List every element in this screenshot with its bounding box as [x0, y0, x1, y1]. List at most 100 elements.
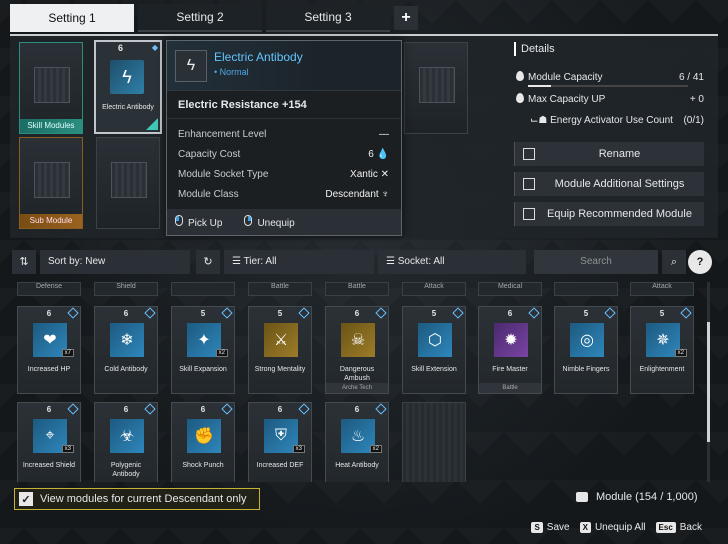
module-card[interactable]: 6 ⌖ Increased Shield x3	[17, 402, 81, 482]
module-card[interactable]: 6 ☠ Dangerous Ambush Arche Tech	[325, 306, 389, 394]
unequip-all-button[interactable]: X Unequip All	[579, 522, 646, 533]
module-name: Enlightenment	[639, 366, 685, 373]
row-label: Enhancement Level	[178, 129, 267, 140]
module-additional-settings-button[interactable]: Module Additional Settings	[514, 172, 704, 196]
grid-scrollbar[interactable]	[707, 282, 710, 482]
save-button[interactable]: S Save	[531, 522, 570, 533]
module-name: Increased DEF	[256, 462, 304, 469]
module-card[interactable]: 5 ⬡ Skill Extension	[402, 306, 466, 394]
module-count-badge: x2	[215, 349, 228, 357]
tier-dropdown[interactable]: ☰ Tier: All	[224, 250, 374, 274]
back-button[interactable]: Esc Back	[655, 522, 702, 533]
sort-dropdown[interactable]: Sort by: New	[40, 250, 190, 274]
details-panel: Details Module Capacity 6 / 41 Max Capac…	[514, 42, 704, 226]
module-card[interactable]: 6 ☣ Polygenic Antibody	[94, 402, 158, 482]
category-header: Defense	[17, 282, 81, 296]
module-icon: ☣	[110, 419, 144, 453]
module-name: Fire Master	[492, 366, 528, 373]
module-name: Skill Expansion	[179, 366, 227, 373]
descendant-class-icon: ♆	[381, 189, 390, 200]
help-icon[interactable]: ?	[688, 250, 712, 274]
module-card[interactable]: 5 ⚔ Strong Mentality	[248, 306, 312, 394]
energy-activator-icon: ⌙☗	[530, 114, 551, 126]
tooltip-row: Module Socket Type Xantic ✕	[167, 165, 401, 185]
tab-setting-2[interactable]: Setting 2	[138, 4, 262, 32]
module-card[interactable]: 6 ♨ Heat Antibody x2	[325, 402, 389, 482]
add-setting-icon[interactable]: +	[394, 6, 418, 30]
row-value: Descendant ♆	[325, 189, 390, 200]
equip-recommended-button[interactable]: Equip Recommended Module	[514, 202, 704, 226]
socket-icon: ◆	[151, 43, 158, 52]
checkbox-checked-icon[interactable]: ✓	[19, 492, 33, 506]
module-card[interactable]: 6 ⛨ Increased DEF x3	[248, 402, 312, 482]
capacity-drop-icon: 💧	[376, 149, 389, 160]
category-header: Attack	[630, 282, 694, 296]
empty-module-card	[402, 402, 466, 482]
tooltip-header: ϟ Electric Antibody • Normal	[167, 41, 401, 91]
module-name: Skill Extension	[411, 366, 457, 373]
sort-order-icon[interactable]: ⇅	[12, 250, 36, 274]
module-name: Dangerous Ambush	[339, 366, 375, 382]
row-label: Module Socket Type	[178, 169, 269, 180]
sub-module-label: Sub Module	[20, 214, 82, 228]
equipped-module-slot[interactable]: 6 ◆ ϟ Electric Antibody	[94, 40, 162, 134]
module-storage-icon	[576, 492, 588, 502]
module-tag: Battle	[479, 383, 541, 393]
module-count-badge: x3	[292, 445, 305, 453]
category-header: Medical	[478, 282, 542, 296]
sub-module-slot[interactable]: Sub Module	[19, 137, 83, 229]
tab-setting-3[interactable]: Setting 3	[266, 4, 390, 32]
module-card[interactable]: 5 ◎ Nimble Fingers	[554, 306, 618, 394]
selected-marker-icon	[146, 118, 158, 130]
category-header: Battle	[325, 282, 389, 296]
module-icon: ✹	[494, 323, 528, 357]
module-cost: 6	[118, 43, 124, 53]
energy-activator-row: ⌙☗ Energy Activator Use Count (0/1)	[530, 114, 704, 126]
scrollbar-thumb[interactable]	[707, 322, 710, 442]
search-icon[interactable]: ⌕	[662, 250, 686, 274]
module-card[interactable]: 6 ❄ Cold Antibody	[94, 306, 158, 394]
module-icon: ◎	[570, 323, 604, 357]
socket-dropdown[interactable]: ☰ Socket: All	[378, 250, 526, 274]
module-grid: Defense Shield Battle Battle Attack Medical At…	[14, 282, 704, 482]
tooltip-module-name: Electric Antibody	[214, 50, 303, 64]
module-icon: ❄	[110, 323, 144, 357]
chip-icon	[34, 162, 70, 198]
skill-module-slot[interactable]: Skill Modules	[19, 42, 83, 134]
module-name: Nimble Fingers	[562, 366, 610, 373]
setting-tabs: Setting 1 Setting 2 Setting 3 +	[10, 4, 418, 32]
empty-module-slot[interactable]	[96, 137, 160, 229]
row-value: —	[379, 129, 389, 140]
empty-module-slot[interactable]	[404, 42, 468, 134]
module-name: Shock Punch	[182, 462, 224, 469]
pickup-hint[interactable]: Pick Up	[175, 215, 222, 229]
electric-antibody-icon: ϟ	[110, 60, 144, 94]
search-input[interactable]: Search	[534, 250, 658, 274]
tab-setting-1[interactable]: Setting 1	[10, 4, 134, 32]
module-card[interactable]: 5 ✦ Skill Expansion x2	[171, 306, 235, 394]
rename-icon	[523, 148, 535, 160]
reset-icon[interactable]: ↻	[196, 250, 220, 274]
chip-icon	[111, 162, 147, 198]
module-icon: ⬡	[418, 323, 452, 357]
details-title: Details	[514, 42, 704, 56]
rename-button[interactable]: Rename	[514, 142, 704, 166]
electric-antibody-icon: ϟ	[175, 50, 207, 82]
row-label: Module Class	[178, 189, 239, 200]
skill-modules-label: Skill Modules	[20, 119, 82, 133]
unequip-hint[interactable]: Unequip	[244, 215, 295, 229]
module-card[interactable]: 6 ✹ Fire Master Battle	[478, 306, 542, 394]
category-header	[171, 282, 235, 296]
module-card[interactable]: 5 ✵ Enlightenment x2	[630, 306, 694, 394]
module-count-badge: x7	[61, 349, 74, 357]
view-current-descendant-toggle[interactable]: ✓ View modules for current Descendant on…	[14, 488, 260, 510]
tier-icon: ☰	[232, 256, 244, 267]
module-icon: ☠	[341, 323, 375, 357]
left-mouse-icon	[175, 215, 183, 226]
capacity-bar	[528, 85, 688, 87]
module-card[interactable]: 6 ❤ Increased HP x7	[17, 306, 81, 394]
max-capacity-icon	[516, 93, 524, 103]
module-name: Cold Antibody	[104, 366, 148, 373]
filter-bar: ⇅ Sort by: New ↻ ☰ Tier: All ☰ Socket: A…	[10, 250, 718, 274]
module-card[interactable]: 6 ✊ Shock Punch	[171, 402, 235, 482]
